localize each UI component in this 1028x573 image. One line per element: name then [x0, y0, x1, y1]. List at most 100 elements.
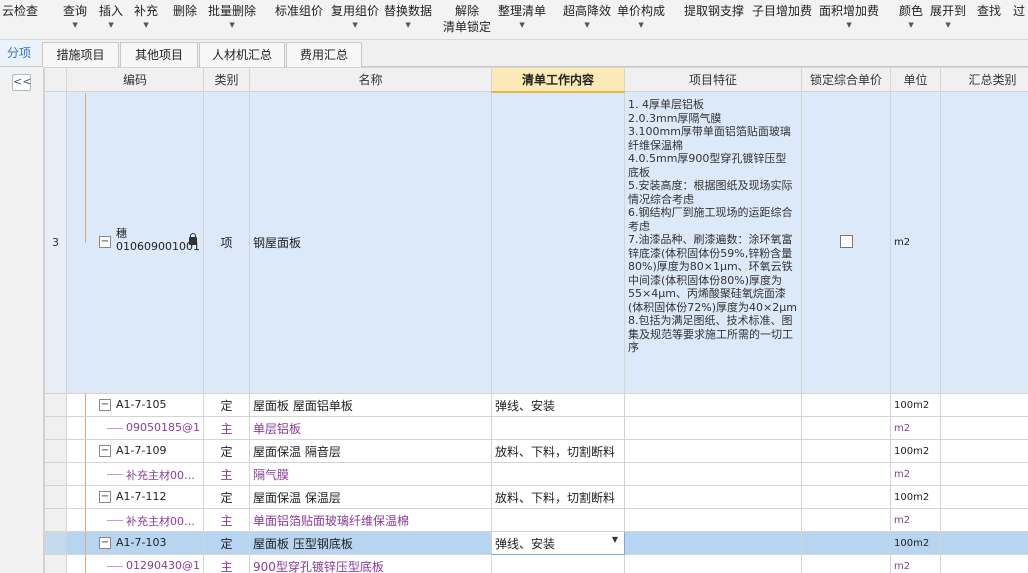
tab-items[interactable]: 分项 [0, 41, 38, 66]
collapse-panel-button[interactable]: << [12, 74, 31, 91]
summary-type-cell[interactable] [940, 439, 1028, 463]
column-header-unit[interactable]: 单位 [890, 67, 941, 92]
lock-price-cell[interactable] [801, 439, 891, 463]
column-header-code[interactable]: 编码 [66, 67, 204, 92]
feature-cell[interactable] [624, 531, 802, 555]
unit-price-composition-button[interactable]: 单价构成 ▼ [617, 2, 665, 30]
summary-type-cell[interactable] [940, 462, 1028, 486]
name-cell[interactable]: 单面铝箔贴面玻璃纤维保温棉 [249, 508, 492, 532]
feature-cell[interactable] [624, 462, 802, 486]
summary-type-cell[interactable] [940, 508, 1028, 532]
table-row[interactable]: − A1-7-105 定 屋面板 屋面铝单板 弹线、安装 100m2 [44, 393, 1028, 417]
tab-measures[interactable]: 措施项目 [42, 42, 119, 67]
feature-cell[interactable] [624, 416, 802, 440]
type-cell[interactable]: 项 [203, 91, 250, 394]
column-header-feature[interactable]: 项目特征 [624, 67, 802, 92]
work-content-cell[interactable] [491, 462, 625, 486]
summary-type-cell[interactable] [940, 531, 1028, 555]
column-header-name[interactable]: 名称 [249, 67, 492, 92]
sub-item-fee-button[interactable]: 子目增加费 [752, 2, 812, 19]
feature-cell[interactable] [624, 508, 802, 532]
organize-list-button[interactable]: 整理清单 ▼ [498, 2, 546, 30]
collapse-icon[interactable]: − [99, 445, 111, 457]
column-header-work-content[interactable]: 清单工作内容 [491, 67, 625, 93]
lock-price-cell[interactable] [801, 416, 891, 440]
unit-cell[interactable]: m2 [890, 462, 941, 486]
feature-cell[interactable] [624, 439, 802, 463]
unit-cell[interactable]: m2 [890, 91, 941, 394]
unit-cell[interactable]: 100m2 [890, 485, 941, 509]
table-row[interactable]: 补充主材00… 主 单面铝箔贴面玻璃纤维保温棉 m2 [44, 508, 1028, 532]
lock-price-cell[interactable] [801, 462, 891, 486]
lock-price-cell[interactable] [801, 485, 891, 509]
height-reduction-button[interactable]: 超高降效 ▼ [563, 2, 611, 30]
table-row[interactable]: − A1-7-112 定 屋面保温 保温层 放料、下料，切割断料 100m2 [44, 485, 1028, 509]
table-row[interactable]: 01290430@1 主 900型穿孔镀锌压型底板 m2 [44, 554, 1028, 573]
insert-button[interactable]: 插入 ▼ [99, 2, 123, 30]
table-row-selected[interactable]: − A1-7-103 定 屋面板 压型钢底板 弹线、安装 ▼ 100m2 [44, 531, 1028, 555]
code-cell[interactable]: 01290430@1 [66, 554, 204, 573]
unit-cell[interactable]: m2 [890, 508, 941, 532]
type-cell[interactable]: 定 [203, 393, 250, 417]
work-content-cell[interactable] [491, 508, 625, 532]
unit-cell[interactable]: 100m2 [890, 439, 941, 463]
name-cell[interactable]: 隔气膜 [249, 462, 492, 486]
expand-to-button[interactable]: 展开到 ▼ [930, 2, 966, 30]
name-cell[interactable]: 屋面板 压型钢底板 [249, 531, 492, 555]
collapse-icon[interactable]: − [99, 235, 111, 248]
code-cell[interactable]: − A1-7-103 [66, 531, 204, 555]
code-cell[interactable]: 补充主材00… [66, 508, 204, 532]
work-content-cell[interactable]: 放料、下料，切割断料 [491, 485, 625, 509]
column-header-summary-type[interactable]: 汇总类别 [940, 67, 1028, 92]
tab-other-items[interactable]: 其他项目 [120, 42, 198, 67]
tab-labor-material-summary[interactable]: 人材机汇总 [199, 42, 285, 67]
code-cell[interactable]: − A1-7-105 [66, 393, 204, 417]
type-cell[interactable]: 定 [203, 531, 250, 555]
code-cell[interactable]: − 穗 010609001001 [66, 91, 204, 394]
supplement-button[interactable]: 补充 ▼ [134, 2, 158, 30]
work-content-cell[interactable]: 弹线、安装 [491, 393, 625, 417]
column-header-type[interactable]: 类别 [203, 67, 250, 92]
name-cell[interactable]: 屋面板 屋面铝单板 [249, 393, 492, 417]
feature-cell[interactable] [624, 485, 802, 509]
cloud-check-button[interactable]: 云检查 [2, 2, 38, 19]
summary-type-cell[interactable] [940, 91, 1028, 394]
lock-price-checkbox[interactable] [839, 234, 853, 248]
unit-cell[interactable]: m2 [890, 416, 941, 440]
summary-type-cell[interactable] [940, 393, 1028, 417]
column-header-lock-price[interactable]: 锁定综合单价 [801, 67, 891, 92]
table-row[interactable]: − A1-7-109 定 屋面保温 隔音层 放料、下料，切割断料 100m2 [44, 439, 1028, 463]
table-row[interactable]: 补充主材00… 主 隔气膜 m2 [44, 462, 1028, 486]
chevron-down-icon[interactable]: ▼ [612, 535, 618, 544]
feature-cell[interactable] [624, 393, 802, 417]
table-row[interactable]: 09050185@1 主 单层铝板 m2 [44, 416, 1028, 440]
lock-price-cell[interactable] [801, 393, 891, 417]
collapse-icon[interactable]: − [99, 491, 111, 503]
summary-type-cell[interactable] [940, 554, 1028, 573]
work-content-cell[interactable] [491, 416, 625, 440]
unlock-list-button[interactable]: 解除 清单锁定 [443, 2, 491, 34]
area-fee-button[interactable]: 面积增加费 ▼ [819, 2, 879, 30]
unit-cell[interactable]: 100m2 [890, 531, 941, 555]
reuse-pricing-button[interactable]: 复用组价 ▼ [331, 2, 379, 30]
lock-price-cell[interactable] [801, 91, 891, 394]
type-cell[interactable]: 主 [203, 462, 250, 486]
collapse-icon[interactable]: − [99, 537, 111, 549]
filter-button[interactable]: 过 [1013, 2, 1025, 19]
type-cell[interactable]: 主 [203, 508, 250, 532]
tab-cost-summary[interactable]: 费用汇总 [286, 42, 362, 67]
code-cell[interactable]: 09050185@1 [66, 416, 204, 440]
work-content-cell[interactable]: 放料、下料，切割断料 [491, 439, 625, 463]
name-cell[interactable]: 900型穿孔镀锌压型底板 [249, 554, 492, 573]
code-cell[interactable]: − A1-7-109 [66, 439, 204, 463]
table-row[interactable]: 3 − 穗 010609001001 项 钢屋面板 1. 4厚单层铝板 2.0.… [44, 91, 1028, 394]
color-button[interactable]: 颜色 ▼ [899, 2, 923, 30]
type-cell[interactable]: 主 [203, 554, 250, 573]
name-cell[interactable]: 屋面保温 保温层 [249, 485, 492, 509]
query-button[interactable]: 查询 ▼ [63, 2, 87, 30]
standard-pricing-button[interactable]: 标准组价 [275, 2, 323, 19]
summary-type-cell[interactable] [940, 485, 1028, 509]
work-content-dropdown[interactable]: 弹线、安装 ▼ [491, 531, 625, 555]
code-cell[interactable]: − A1-7-112 [66, 485, 204, 509]
summary-type-cell[interactable] [940, 416, 1028, 440]
